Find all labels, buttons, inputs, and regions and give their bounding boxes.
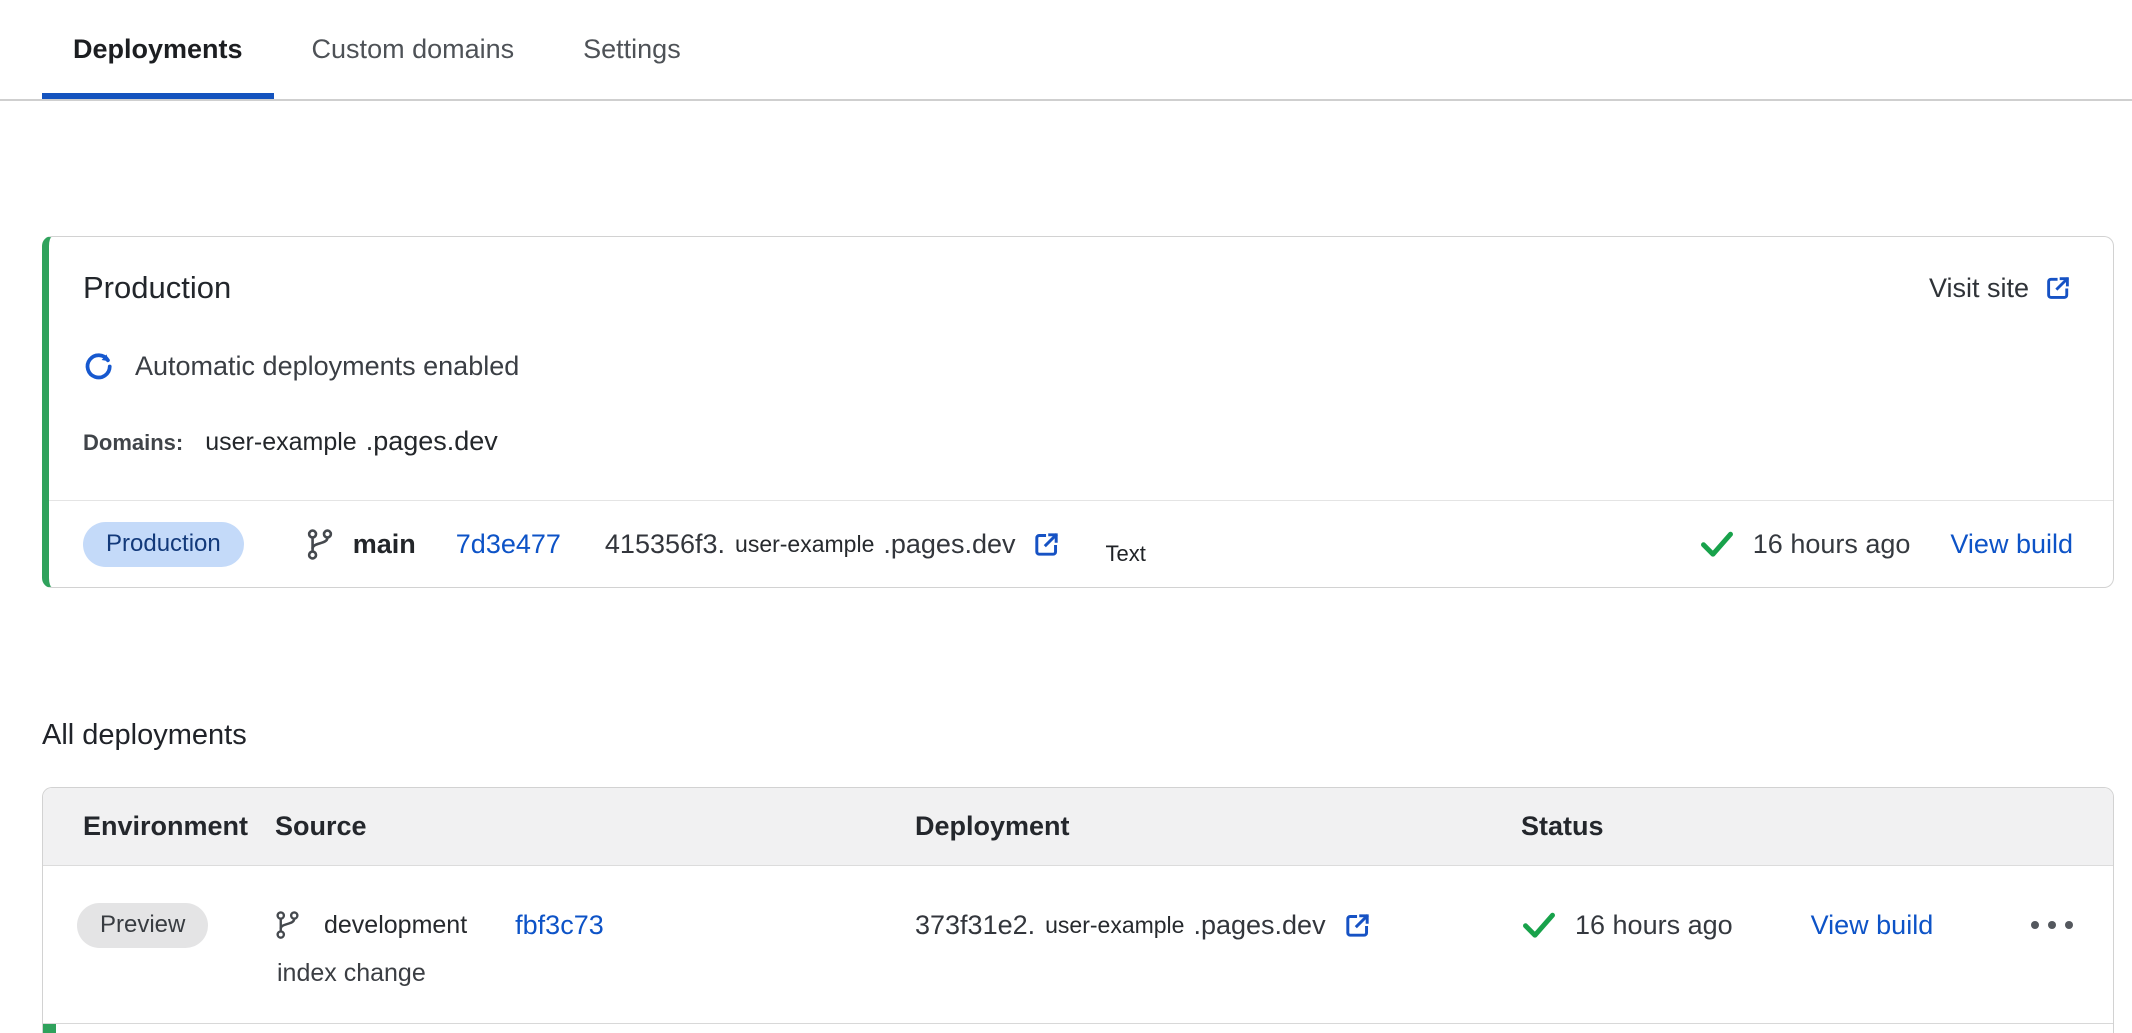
- external-link-icon[interactable]: [2043, 273, 2073, 303]
- visit-site-label: Visit site: [1929, 273, 2029, 304]
- deployment-url-link[interactable]: 373f31e2. user-example .pages.dev: [915, 910, 1373, 941]
- commit-hash-link[interactable]: fbf3c73: [515, 910, 604, 941]
- domain-suffix: .pages.dev: [366, 426, 498, 457]
- domains-label: Domains:: [83, 430, 183, 456]
- deployments-table: Environment Source Deployment Status Pre…: [42, 787, 2114, 1033]
- table-header-row: Environment Source Deployment Status: [43, 788, 2113, 866]
- deployment-url-suffix: .pages.dev: [883, 529, 1015, 560]
- domains-row: Domains: user-example .pages.dev: [83, 426, 2073, 457]
- environment-badge: Production: [83, 522, 244, 567]
- deployment-time: 16 hours ago: [1575, 910, 1733, 941]
- text-note: Text: [1105, 541, 1145, 567]
- domain-name: user-example: [205, 428, 356, 457]
- deployment-url-link[interactable]: 415356f3. user-example .pages.dev: [605, 529, 1063, 560]
- commit-hash-link[interactable]: 7d3e477: [456, 529, 561, 560]
- tab-custom-domains[interactable]: Custom domains: [281, 0, 546, 99]
- column-header-environment: Environment: [83, 811, 275, 842]
- tab-deployments[interactable]: Deployments: [42, 0, 274, 99]
- external-link-icon[interactable]: [1342, 910, 1373, 941]
- deployment-url-name: user-example: [735, 531, 874, 558]
- automatic-deployments-text: Automatic deployments enabled: [135, 351, 519, 382]
- deployment-row: Preview development fbf3c73 index change: [43, 866, 2113, 1024]
- environment-badge: Preview: [77, 903, 208, 948]
- deployment-url-name: user-example: [1045, 912, 1184, 939]
- production-card-info: Production Visit site Automat: [49, 237, 2113, 457]
- next-row-green-indicator: [43, 1024, 56, 1033]
- column-header-source: Source: [275, 811, 915, 842]
- automatic-deployments-status: Automatic deployments enabled: [83, 351, 2073, 382]
- refresh-icon: [83, 351, 114, 382]
- commit-message: index change: [277, 959, 915, 988]
- branch-name: development: [324, 911, 467, 940]
- column-header-status: Status: [1521, 811, 2113, 842]
- view-build-link[interactable]: View build: [1950, 529, 2073, 560]
- deployment-url-suffix: .pages.dev: [1193, 910, 1325, 941]
- git-branch-icon: [306, 528, 334, 561]
- check-icon: [1699, 529, 1735, 559]
- external-link-icon[interactable]: [1031, 529, 1062, 560]
- git-branch-icon: [275, 910, 300, 940]
- more-options-icon[interactable]: [2029, 915, 2075, 935]
- deployment-url-prefix: 373f31e2.: [915, 910, 1035, 941]
- view-build-link[interactable]: View build: [1811, 910, 1934, 941]
- column-header-deployment: Deployment: [915, 811, 1521, 842]
- visit-site-link[interactable]: Visit site: [1929, 273, 2073, 304]
- production-deployment-row: Production main 7d3e477 415356f3. user-e…: [49, 501, 2113, 587]
- deployment-url-prefix: 415356f3.: [605, 529, 725, 560]
- production-card: Production Visit site Automat: [42, 236, 2114, 588]
- branch-name: main: [353, 529, 416, 560]
- tab-settings[interactable]: Settings: [552, 0, 712, 99]
- all-deployments-title: All deployments: [42, 719, 2132, 752]
- deployment-time: 16 hours ago: [1753, 529, 1911, 560]
- production-title: Production: [83, 270, 231, 306]
- tab-bar: Deployments Custom domains Settings: [0, 0, 2132, 101]
- check-icon: [1521, 910, 1557, 940]
- next-row-partial: [43, 1024, 2113, 1033]
